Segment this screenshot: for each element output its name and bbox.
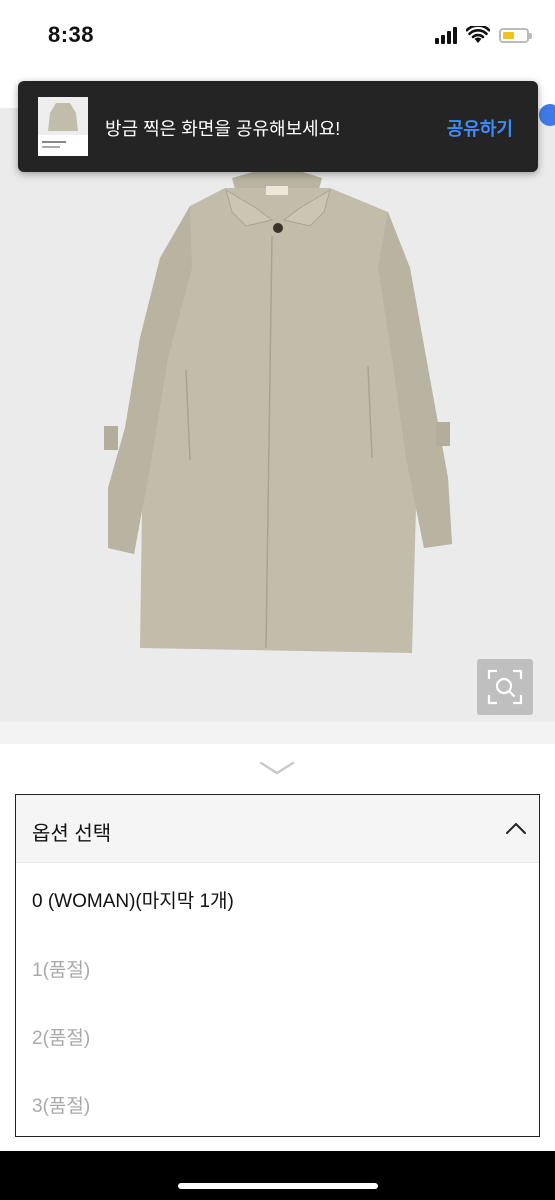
chevron-down-icon[interactable]: [259, 760, 295, 776]
chevron-up-icon: [506, 822, 526, 834]
bottom-bar: [0, 1151, 555, 1200]
option-item-3[interactable]: 3(품절): [32, 1091, 90, 1118]
option-item-2[interactable]: 2(품절): [32, 1023, 90, 1050]
option-item-1[interactable]: 1(품절): [32, 955, 90, 982]
option-select-header[interactable]: 옵션 선택: [16, 795, 539, 863]
toast-message: 방금 찍은 화면을 공유해보세요!: [105, 119, 341, 139]
zoom-button[interactable]: [477, 659, 533, 715]
coat-image: [104, 170, 452, 653]
option-select-panel: 옵션 선택 0 (WOMAN)(마지막 1개) 1(품절) 2(품절) 3(품절…: [15, 794, 540, 1137]
status-icons: [435, 22, 532, 48]
screenshot-thumbnail[interactable]: [38, 97, 88, 156]
product-image[interactable]: [0, 108, 555, 722]
section-divider: [0, 722, 555, 744]
share-indicator-icon: [539, 104, 555, 126]
option-item-0[interactable]: 0 (WOMAN)(마지막 1개): [32, 886, 234, 913]
battery-icon: [499, 27, 532, 43]
zoom-search-icon: [487, 669, 523, 705]
status-time: 8:38: [48, 22, 95, 47]
share-button[interactable]: 공유하기: [447, 115, 513, 141]
home-indicator[interactable]: [178, 1183, 378, 1189]
wifi-icon: [466, 26, 490, 43]
option-select-label: 옵션 선택: [32, 823, 112, 845]
status-bar: 8:38: [0, 0, 555, 72]
cellular-signal-icon: [435, 26, 457, 44]
share-toast: 방금 찍은 화면을 공유해보세요! 공유하기: [18, 81, 538, 172]
